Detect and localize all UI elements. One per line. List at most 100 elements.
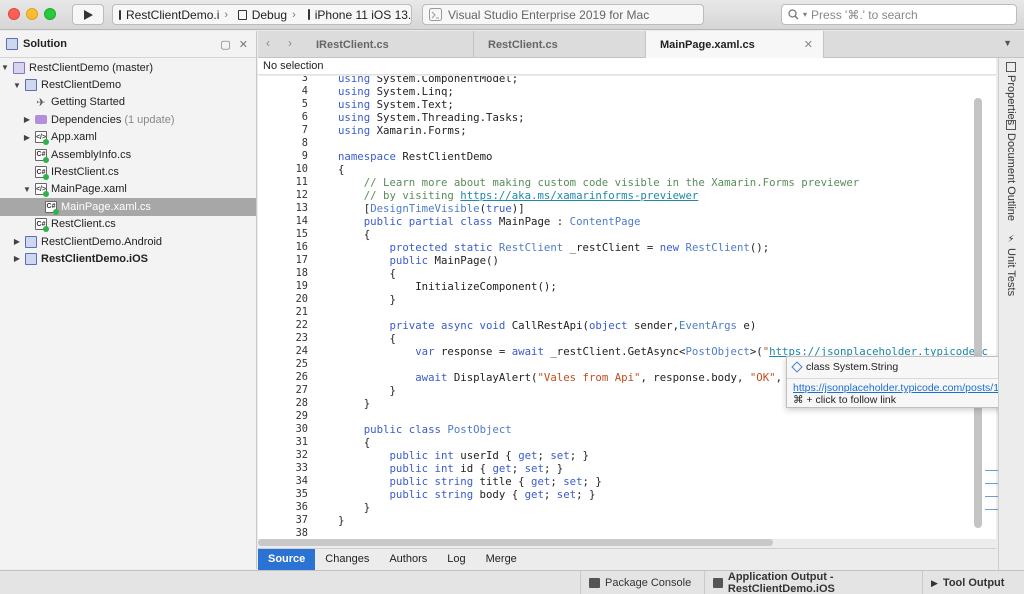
- tab-overflow-icon[interactable]: ▼: [1003, 38, 1012, 48]
- tab-mainpage-xaml-cs[interactable]: MainPage.xaml.cs ✕: [646, 31, 824, 58]
- code-link[interactable]: https://aka.ms/xamarinforms-previewer: [460, 189, 698, 202]
- tree-item-app-xaml[interactable]: ▶ </> App.xaml: [0, 129, 256, 146]
- code-token: ;: [511, 462, 525, 475]
- minimize-window-button[interactable]: [26, 8, 38, 20]
- tooltip-title: class System.String: [806, 361, 899, 373]
- nav-forward-icon[interactable]: ›: [288, 36, 292, 50]
- line-number: 31: [295, 436, 308, 448]
- solution-pad: Solution ▢ ✕ ▼ RestClientDemo (master) ▼…: [0, 31, 257, 569]
- tree-item-irestclient[interactable]: C# IRestClient.cs: [0, 163, 256, 181]
- disclosure-open-icon[interactable]: ▼: [22, 185, 32, 194]
- line-number: 20: [295, 293, 308, 305]
- cs-file-icon: C#: [45, 200, 59, 215]
- code-line: // Learn more about making custom code v…: [338, 176, 859, 189]
- vertical-scrollbar[interactable]: [974, 98, 982, 528]
- minimize-pad-icon[interactable]: ▢: [220, 38, 230, 51]
- code-line: await DisplayAlert("Vales from Api", res…: [338, 371, 795, 384]
- tree-item-label: RestClientDemo (master): [29, 61, 154, 74]
- pad-document-outline[interactable]: Document Outline: [1005, 120, 1017, 221]
- code-token: DesignTimeVisible: [370, 202, 480, 215]
- code-token: System.Text;: [370, 98, 454, 111]
- line-number: 27: [295, 384, 308, 396]
- zoom-window-button[interactable]: [44, 8, 56, 20]
- code-line: public int userId { get; set; }: [338, 449, 589, 462]
- line-number: 14: [295, 215, 308, 227]
- breadcrumb[interactable]: No selection: [258, 58, 996, 75]
- tab-changes[interactable]: Changes: [315, 549, 379, 570]
- tooltip-link[interactable]: https://jsonplaceholder.typicode.com/pos…: [793, 382, 999, 394]
- device-selector[interactable]: iPhone 11 iOS 13.3: [302, 8, 411, 22]
- code-token: userId {: [453, 449, 519, 462]
- window-icon: [119, 9, 121, 20]
- build-config: Debug: [251, 7, 288, 22]
- line-number: 37: [295, 514, 308, 526]
- tree-item-label: RestClientDemo.iOS: [41, 252, 148, 265]
- application-output-button[interactable]: Application Output - RestClientDemo.iOS: [704, 571, 922, 594]
- tab-authors[interactable]: Authors: [379, 549, 437, 570]
- package-console-button[interactable]: Package Console: [580, 571, 704, 594]
- tree-item-mainpage-xaml[interactable]: ▼ </> MainPage.xaml: [0, 181, 256, 198]
- tree-item-assemblyinfo[interactable]: C# AssemblyInfo.cs: [0, 146, 256, 163]
- code-token: ; }: [569, 449, 589, 462]
- code-token: set: [550, 449, 570, 462]
- rocket-icon: ✈: [36, 96, 46, 109]
- tool-output-button[interactable]: ▶ Tool Output: [922, 571, 1024, 594]
- close-window-button[interactable]: [8, 8, 20, 20]
- code-token: }: [338, 293, 396, 306]
- tree-item-getting-started[interactable]: ✈ Getting Started: [0, 94, 256, 111]
- console-icon: [589, 578, 600, 588]
- build-config-selector[interactable]: Debug ›: [232, 8, 302, 22]
- tree-item-mainpage-xaml-cs[interactable]: C# MainPage.xaml.cs: [0, 198, 256, 216]
- code-token: response =: [434, 345, 512, 358]
- disclosure-open-icon[interactable]: ▼: [0, 63, 10, 72]
- tree-item-dependencies[interactable]: ▶ Dependencies (1 update): [0, 111, 256, 128]
- code-line: public string title { get; set; }: [338, 475, 602, 488]
- code-editor[interactable]: 3 4 5 6 7 8 9 10 11 12 13 14 15 16 17 18 19 20 21 22 23 24 25 2…: [258, 76, 996, 539]
- project-name: RestClientDemo.i: [126, 7, 220, 22]
- project-selector[interactable]: RestClientDemo.i ›: [113, 8, 232, 22]
- pad-unit-tests[interactable]: ⚡ Unit Tests: [1005, 234, 1017, 296]
- tab-irestclient[interactable]: IRestClient.cs: [302, 31, 474, 58]
- line-number: 28: [295, 397, 308, 409]
- code-token: {: [338, 228, 371, 241]
- disclosure-open-icon[interactable]: ▼: [12, 81, 22, 90]
- xaml-file-icon: </>: [35, 183, 49, 198]
- disclosure-closed-icon[interactable]: ▶: [12, 237, 22, 246]
- tab-restclient[interactable]: RestClient.cs: [474, 31, 646, 58]
- quickinfo-tooltip: class System.String https://jsonplacehol…: [786, 356, 1006, 408]
- code-token: public string: [338, 488, 474, 501]
- code-token: body {: [473, 488, 525, 501]
- code-token: object: [588, 319, 628, 332]
- nav-back-icon[interactable]: ‹: [266, 36, 270, 50]
- scroll-markers: [985, 470, 999, 522]
- tree-item-project[interactable]: ▼ RestClientDemo: [0, 76, 256, 93]
- run-button[interactable]: [72, 4, 104, 25]
- disclosure-closed-icon[interactable]: ▶: [22, 115, 32, 124]
- code-token: "Vales from Api": [537, 371, 641, 384]
- code-token: // by visiting: [338, 189, 461, 202]
- search-input[interactable]: ▾ Press '⌘.' to search: [781, 4, 1017, 25]
- tree-item-restclient[interactable]: C# RestClient.cs: [0, 216, 256, 233]
- close-pad-icon[interactable]: ✕: [239, 38, 248, 51]
- horizontal-scrollbar[interactable]: [258, 539, 773, 546]
- run-configuration-selector[interactable]: RestClientDemo.i › Debug › iPhone 11 iOS…: [112, 4, 412, 25]
- pad-properties[interactable]: Properties: [1005, 62, 1017, 125]
- tab-merge[interactable]: Merge: [476, 549, 527, 570]
- code-token: set: [563, 475, 583, 488]
- tab-log[interactable]: Log: [437, 549, 475, 570]
- solution-pad-title: Solution: [23, 38, 67, 50]
- update-badge: (1 update): [124, 113, 175, 126]
- chevron-down-icon: ▾: [803, 10, 808, 19]
- code-token: ; }: [582, 475, 602, 488]
- tree-item-android[interactable]: ▶ RestClientDemo.Android: [0, 233, 256, 250]
- code-line: public MainPage(): [338, 254, 498, 267]
- code-token: System.ComponentModel;: [370, 76, 519, 85]
- tab-label: RestClient.cs: [488, 38, 558, 51]
- close-tab-icon[interactable]: ✕: [804, 38, 813, 51]
- tree-item-solution[interactable]: ▼ RestClientDemo (master): [0, 59, 256, 76]
- disclosure-closed-icon[interactable]: ▶: [22, 133, 32, 142]
- disclosure-closed-icon[interactable]: ▶: [12, 254, 22, 263]
- play-icon: ▶: [931, 577, 938, 588]
- tree-item-ios[interactable]: ▶ RestClientDemo.iOS: [0, 250, 256, 267]
- tab-source[interactable]: Source: [258, 549, 316, 570]
